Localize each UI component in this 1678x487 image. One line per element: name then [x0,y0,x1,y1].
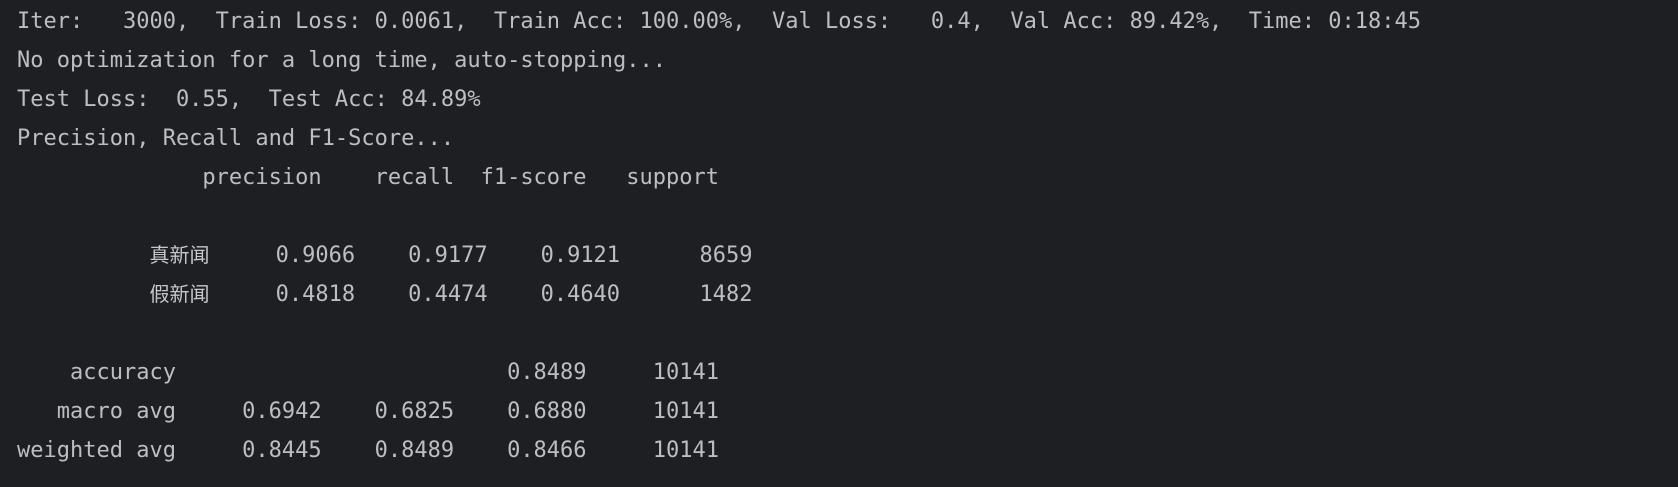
report-row-fake-news: 假新闻 0.4818 0.4474 0.4640 1482 [17,275,1678,314]
class-label-fake-news: 假新闻 [149,282,210,306]
classification-report-header: precision recall f1-score support [17,165,719,190]
training-status-line: Iter: 3000, Train Loss: 0.0061, Train Ac… [17,9,1421,34]
report-title-line: Precision, Recall and F1-Score... [17,126,455,151]
test-metrics-line: Test Loss: 0.55, Test Acc: 84.89% [17,87,481,112]
fake-news-metrics: 0.4818 0.4474 0.4640 1482 [209,282,753,307]
report-row-weighted-avg: weighted avg 0.8445 0.8489 0.8466 10141 [17,438,719,463]
report-row-real-news: 真新闻 0.9066 0.9177 0.9121 8659 [17,236,1678,275]
report-row-accuracy: accuracy 0.8489 10141 [17,360,719,385]
real-news-metrics: 0.9066 0.9177 0.9121 8659 [209,243,753,268]
run-console-output: Iter: 3000, Train Loss: 0.0061, Train Ac… [0,0,1678,487]
report-row-macro-avg: macro avg 0.6942 0.6825 0.6880 10141 [17,399,719,424]
class-label-real-news: 真新闻 [149,243,210,267]
early-stopping-message: No optimization for a long time, auto-st… [17,48,667,73]
